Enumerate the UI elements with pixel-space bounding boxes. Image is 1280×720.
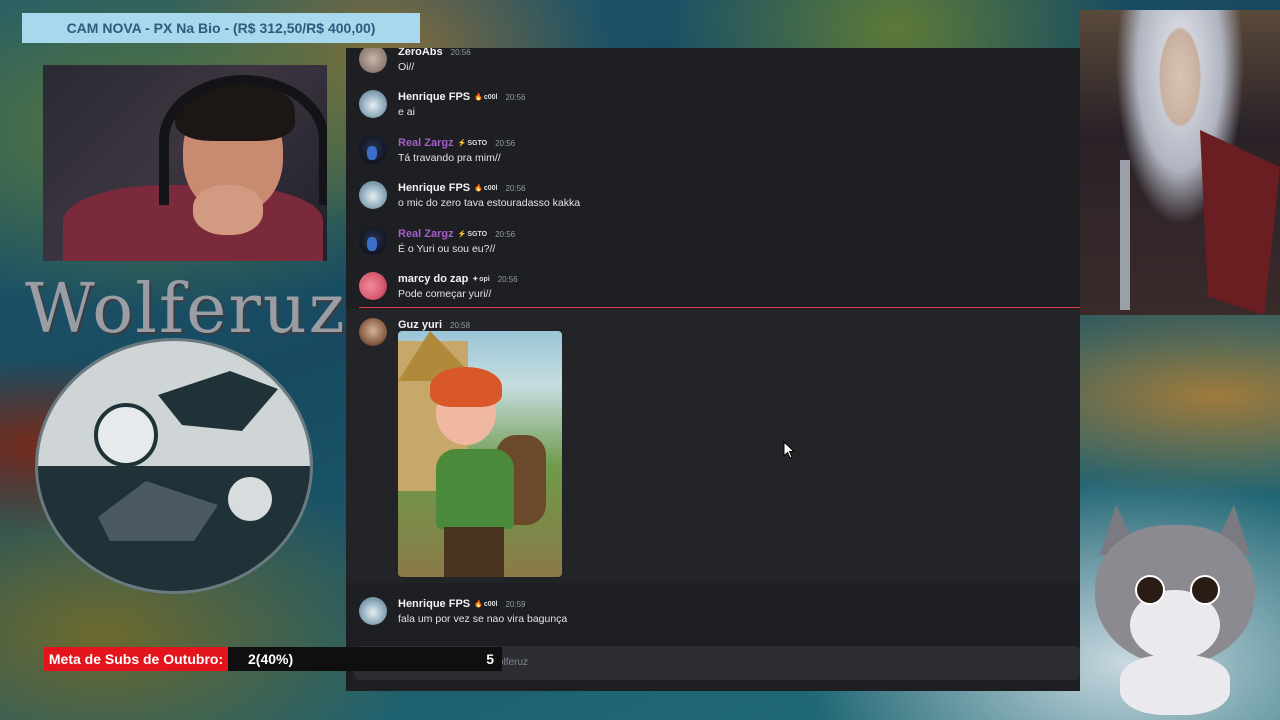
message-header: marcy do zap ✦ opi 20:56 <box>398 273 518 285</box>
ice-avatar[interactable] <box>359 597 387 625</box>
message-header: Real Zargz ⚡ SGTO 20:56 <box>398 137 515 149</box>
message-text: Tá travando pra mim// <box>398 152 501 164</box>
webcam-hand <box>193 185 263 235</box>
pup-eye-left <box>1135 575 1165 605</box>
pink-avatar[interactable] <box>359 272 387 300</box>
message-time: 20:56 <box>497 274 518 284</box>
role-badge: 🔥 c00l <box>474 93 498 102</box>
message-text: É o Yuri ou sou eu?// <box>398 243 496 255</box>
sub-goal-label: Meta de Subs de Outubro: <box>44 647 228 671</box>
ice-avatar[interactable] <box>359 181 387 209</box>
author-name[interactable]: ZeroAbs <box>398 48 443 58</box>
message-text: Pode começar yuri// <box>398 288 492 300</box>
sub-goal-progress: 2(40%) <box>248 651 294 667</box>
flame-icon: 🔥 <box>474 94 483 101</box>
input-placeholder: olferuz <box>498 657 529 668</box>
dark-avatar[interactable] <box>359 227 387 255</box>
message-text: o mic do zero tava estouradasso kakka <box>398 197 581 209</box>
wolf-emblem-icon <box>35 338 313 594</box>
message-time: 20:58 <box>450 320 471 330</box>
chat-message[interactable]: Real Zargz ⚡ SGTO 20:56 Tá travando pra m… <box>346 136 1080 180</box>
chat-message[interactable]: Real Zargz ⚡ SGTO 20:56 É o Yuri ou sou e… <box>346 227 1080 271</box>
message-time: 20:56 <box>495 229 516 239</box>
message-text: Oi// <box>398 61 415 73</box>
message-header: ZeroAbs 20:56 <box>398 48 471 58</box>
image-character-body <box>436 449 514 529</box>
message-header: Real Zargz ⚡ SGTO 20:56 <box>398 228 515 240</box>
banner-text: CAM NOVA - PX Na Bio - (R$ 312,50/R$ 400… <box>66 20 376 36</box>
message-time: 20:56 <box>505 183 526 193</box>
dark-avatar[interactable] <box>359 136 387 164</box>
lightning-icon: ⚡ <box>457 231 467 238</box>
pup-eye-right <box>1190 575 1220 605</box>
stream-banner: CAM NOVA - PX Na Bio - (R$ 312,50/R$ 400… <box>22 13 420 43</box>
message-text: fala um por vez se nao vira bagunça <box>398 613 568 625</box>
headset-icon <box>159 75 327 205</box>
wolf-silhouette-lower-icon <box>98 481 218 541</box>
sub-goal-target: 5 <box>486 651 494 667</box>
author-name[interactable]: Henrique FPS <box>398 182 470 194</box>
sub-goal-track: 2(40%) 5 <box>228 647 502 671</box>
wolf-pup-mascot <box>1085 505 1265 715</box>
lightning-icon: ⚡ <box>457 140 467 147</box>
role-badge: 🔥 c00l <box>474 184 498 193</box>
image-attachment[interactable] <box>398 331 562 577</box>
new-messages-divider <box>359 307 1080 308</box>
author-name[interactable]: Guz yuri <box>398 319 442 331</box>
role-badge: ⚡ SGTO <box>457 139 488 148</box>
role-badge: ✦ opi <box>472 275 490 284</box>
message-time: 20:56 <box>505 92 526 102</box>
grey-avatar[interactable] <box>359 48 387 73</box>
flame-icon: 🔥 <box>474 185 483 192</box>
message-time: 20:56 <box>495 138 516 148</box>
sun-icon <box>94 403 158 467</box>
webcam-feed <box>43 65 327 261</box>
image-character-legs <box>444 527 504 577</box>
chat-message[interactable]: ZeroAbs 20:56 Oi// <box>346 48 1080 89</box>
warrior-cape <box>1200 130 1280 315</box>
moon-icon <box>228 477 272 521</box>
message-text: e ai <box>398 106 415 118</box>
message-header: Henrique FPS 🔥 c00l 20:56 <box>398 91 526 103</box>
message-header: Henrique FPS 🔥 c00l 20:59 <box>398 598 526 610</box>
face-avatar[interactable] <box>359 318 387 346</box>
sword-icon <box>1120 160 1130 310</box>
sub-goal-bar: Meta de Subs de Outubro: 2(40%) 5 <box>44 647 502 671</box>
ice-avatar[interactable] <box>359 90 387 118</box>
message-time: 20:56 <box>450 48 471 57</box>
chat-message[interactable]: Henrique FPS 🔥 c00l 20:56 o mic do zero t… <box>346 181 1080 225</box>
image-character-hair <box>430 367 502 407</box>
message-header: Henrique FPS 🔥 c00l 20:56 <box>398 182 526 194</box>
author-name[interactable]: marcy do zap <box>398 273 468 285</box>
author-name[interactable]: Real Zargz <box>398 137 454 149</box>
role-badge: 🔥 c00l <box>474 600 498 609</box>
role-badge: ⚡ SGTO <box>457 230 488 239</box>
chat-message[interactable]: Henrique FPS 🔥 c00l 20:59 fala um por vez… <box>346 597 1080 641</box>
author-name[interactable]: Real Zargz <box>398 228 454 240</box>
author-name[interactable]: Henrique FPS <box>398 91 470 103</box>
message-time: 20:59 <box>505 599 526 609</box>
chat-message[interactable]: Henrique FPS 🔥 c00l 20:56 e ai <box>346 90 1080 134</box>
warrior-artwork <box>1080 10 1280 315</box>
sparkle-icon: ✦ <box>472 276 479 283</box>
message-header: Guz yuri 20:58 <box>398 319 470 331</box>
discord-chat-panel[interactable]: ZeroAbs 20:56 Oi// Henrique FPS 🔥 c00l 20… <box>346 48 1080 691</box>
flame-icon: 🔥 <box>474 601 483 608</box>
author-name[interactable]: Henrique FPS <box>398 598 470 610</box>
pup-body <box>1120 655 1230 715</box>
